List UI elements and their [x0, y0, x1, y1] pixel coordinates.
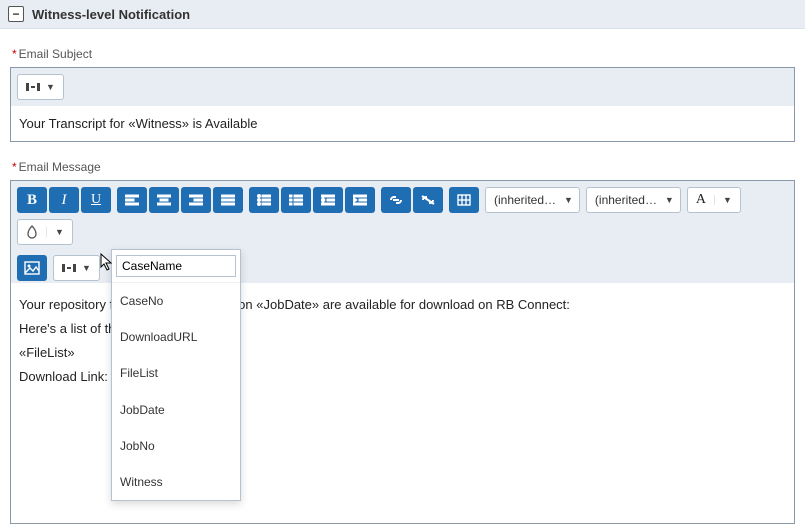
caret-down-icon: ▼	[714, 195, 740, 205]
fill-colour-icon	[18, 225, 46, 239]
dropdown-item[interactable]: FileList	[112, 355, 240, 391]
text-color-select[interactable]: A ▼	[687, 187, 741, 213]
indent-icon	[353, 194, 367, 206]
section-header: − Witness-level Notification	[0, 0, 805, 29]
required-marker: *	[12, 47, 17, 61]
italic-button[interactable]: I	[49, 187, 79, 213]
align-justify-icon	[221, 194, 235, 206]
insert-image-button[interactable]	[17, 255, 47, 281]
caret-down-icon: ▼	[82, 263, 91, 273]
caret-down-icon: ▼	[564, 195, 573, 205]
align-center-button[interactable]	[149, 187, 179, 213]
dropdown-search-wrap	[112, 250, 240, 283]
align-group	[117, 187, 243, 213]
font-family-label: (inherited f...	[494, 193, 558, 207]
numbered-list-button[interactable]	[281, 187, 311, 213]
image-icon	[24, 261, 40, 275]
dropdown-item[interactable]: JobDate	[112, 392, 240, 428]
align-center-icon	[157, 194, 171, 206]
caret-down-icon: ▼	[46, 227, 72, 237]
outdent-button[interactable]	[313, 187, 343, 213]
bullet-list-icon	[257, 194, 271, 206]
font-size-label: (inherited s...	[595, 193, 659, 207]
align-left-icon	[125, 194, 139, 206]
insert-table-button[interactable]	[449, 187, 479, 213]
subject-merge-field-button[interactable]: ▼	[17, 74, 64, 100]
section-title: Witness-level Notification	[32, 7, 190, 22]
remove-link-button[interactable]	[413, 187, 443, 213]
text-colour-icon: A	[688, 192, 714, 208]
collapse-toggle-icon[interactable]: −	[8, 6, 24, 22]
email-message-label: *Email Message	[12, 160, 805, 174]
caret-down-icon: ▼	[46, 82, 55, 92]
align-right-button[interactable]	[181, 187, 211, 213]
align-right-icon	[189, 194, 203, 206]
email-message-label-text: Email Message	[19, 160, 101, 174]
message-body[interactable]: Your repository files for «CaseName» on …	[11, 283, 794, 523]
link-icon	[388, 194, 404, 206]
table-group	[449, 187, 479, 213]
merge-field-icon	[26, 81, 40, 93]
font-family-select[interactable]: (inherited f... ▼	[485, 187, 580, 213]
message-editor: B I U	[10, 180, 795, 524]
email-subject-label: *Email Subject	[12, 47, 805, 61]
numbered-list-icon	[289, 194, 303, 206]
outdent-icon	[321, 194, 335, 206]
dropdown-item[interactable]: Witness	[112, 464, 240, 500]
dropdown-item[interactable]: CaseNo	[112, 283, 240, 319]
subject-field[interactable]: Your Transcript for «Witness» is Availab…	[11, 106, 794, 141]
dropdown-item[interactable]: JobNo	[112, 428, 240, 464]
bold-button[interactable]: B	[17, 187, 47, 213]
bg-color-select[interactable]: ▼	[17, 219, 73, 245]
merge-field-dropdown: CaseNo DownloadURL FileList JobDate JobN…	[111, 249, 241, 501]
dropdown-search-input[interactable]	[116, 255, 236, 277]
table-icon	[457, 194, 471, 206]
indent-button[interactable]	[345, 187, 375, 213]
unlink-icon	[420, 194, 436, 206]
message-merge-field-button[interactable]: ▼	[53, 255, 100, 281]
dropdown-item[interactable]: DownloadURL	[112, 319, 240, 355]
text-style-group: B I U	[17, 187, 111, 213]
required-marker: *	[12, 160, 17, 174]
caret-down-icon: ▼	[665, 195, 674, 205]
subject-editor: ▼ Your Transcript for «Witness» is Avail…	[10, 67, 795, 142]
underline-button[interactable]: U	[81, 187, 111, 213]
align-left-button[interactable]	[117, 187, 147, 213]
merge-field-icon	[62, 262, 76, 274]
font-size-select[interactable]: (inherited s... ▼	[586, 187, 681, 213]
list-group	[249, 187, 375, 213]
insert-link-button[interactable]	[381, 187, 411, 213]
align-justify-button[interactable]	[213, 187, 243, 213]
link-group	[381, 187, 443, 213]
email-subject-label-text: Email Subject	[19, 47, 92, 61]
subject-toolbar: ▼	[11, 68, 794, 106]
bullet-list-button[interactable]	[249, 187, 279, 213]
